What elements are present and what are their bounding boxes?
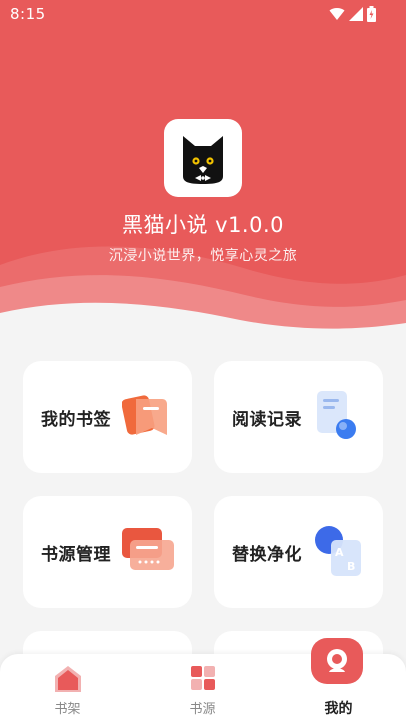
reading-history-label: 阅读记录	[232, 410, 302, 430]
source-management-card[interactable]: 书源管理	[23, 496, 192, 608]
replace-purify-card[interactable]: 替换净化 A B	[214, 496, 383, 608]
source-cards-icon	[122, 528, 174, 570]
bookshelf-icon	[55, 666, 81, 692]
app-title: 黑猫小说 v1.0.0	[121, 213, 285, 237]
nav-profile-active-bubble[interactable]	[311, 638, 363, 684]
replace-ab-icon: A B	[315, 526, 361, 576]
profile-icon	[327, 649, 347, 672]
bookmarks-card[interactable]: 我的书签	[23, 361, 192, 473]
nav-bookshelf[interactable]: 书架	[0, 654, 135, 722]
reading-history-card[interactable]: 阅读记录	[214, 361, 383, 473]
battery-icon	[367, 6, 376, 22]
replace-purify-label: 替换净化	[232, 545, 302, 565]
header-wave-decoration	[0, 246, 406, 345]
svg-text:B: B	[347, 560, 355, 573]
nav-sources-label: 书源	[189, 702, 216, 717]
nav-sources[interactable]: 书源	[135, 654, 270, 722]
app-logo	[164, 119, 242, 197]
cellular-signal-icon	[349, 7, 363, 21]
bookmark-cards-icon	[122, 395, 167, 435]
document-history-icon	[317, 391, 356, 439]
nav-profile-label: 我的	[324, 701, 353, 717]
status-bar: 8:15	[0, 0, 406, 28]
svg-text:A: A	[335, 546, 344, 559]
black-cat-icon	[183, 136, 223, 184]
source-grid-icon	[191, 666, 215, 690]
bookmarks-label: 我的书签	[41, 410, 111, 430]
profile-header: 黑猫小说 v1.0.0 沉浸小说世界，悦享心灵之旅	[0, 0, 406, 345]
status-time: 8:15	[10, 5, 46, 23]
nav-bookshelf-label: 书架	[54, 702, 81, 717]
wifi-icon	[329, 8, 345, 20]
source-management-label: 书源管理	[41, 545, 111, 565]
app-slogan: 沉浸小说世界，悦享心灵之旅	[108, 248, 298, 264]
